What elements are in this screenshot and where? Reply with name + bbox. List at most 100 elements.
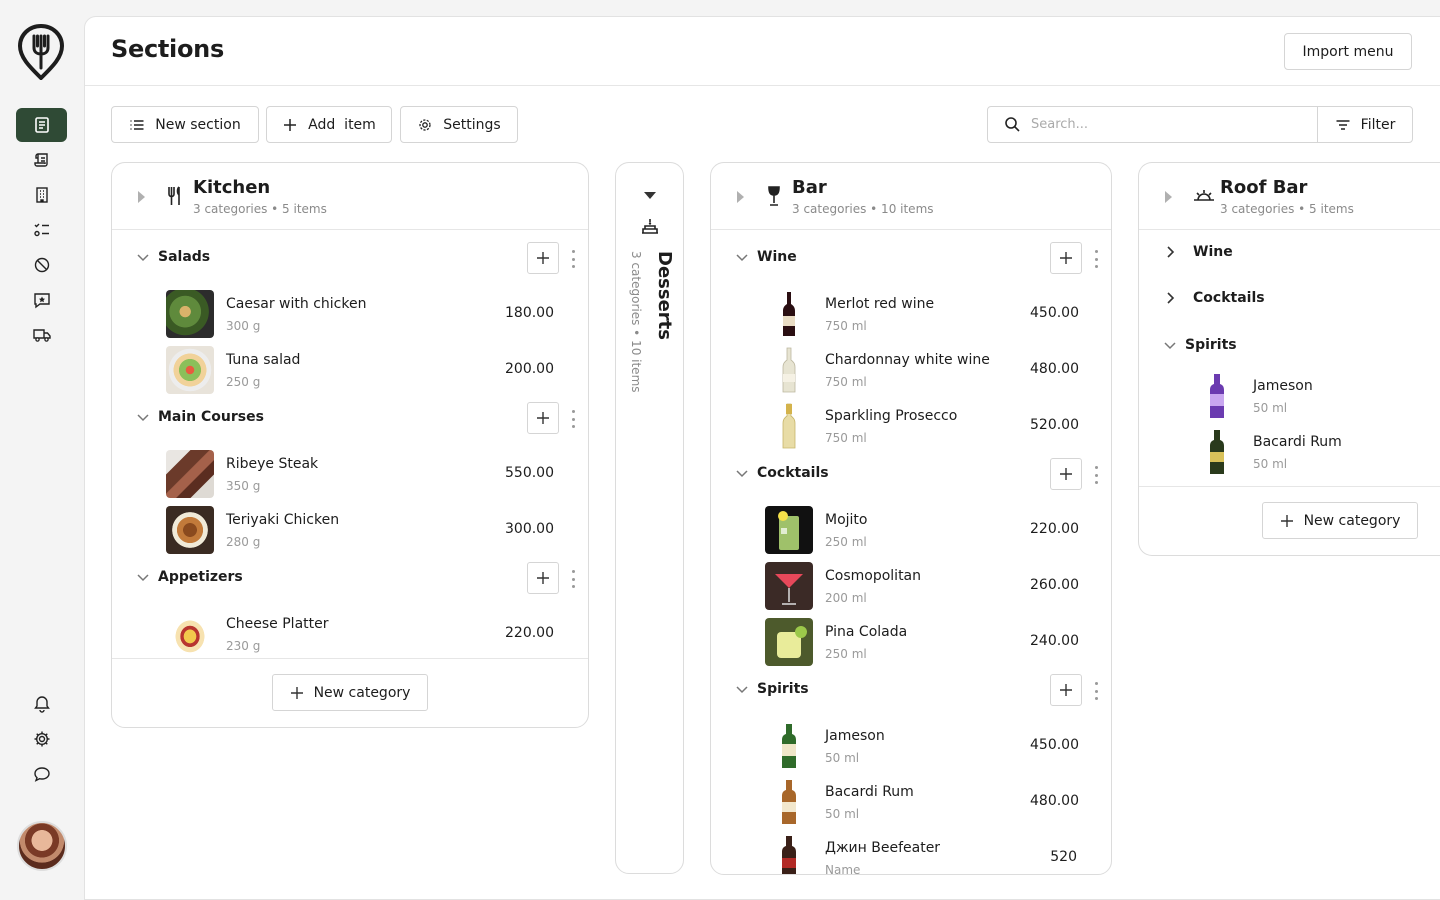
item-volume: 50 ml (825, 751, 860, 765)
building-icon (35, 187, 48, 203)
nav-notifications-button[interactable] (16, 687, 67, 721)
menu-item[interactable]: Chardonnay white wine 750 ml 480.00 (711, 342, 1111, 398)
prosecco-bottle-photo (765, 402, 813, 450)
truck-icon (32, 329, 51, 342)
menu-item[interactable]: Cosmopolitan 200 ml 260.00 (711, 558, 1111, 614)
item-volume: 750 ml (825, 431, 867, 445)
category-name: Spirits (757, 681, 809, 697)
add-item-to-category-button[interactable] (527, 562, 559, 594)
search-input[interactable] (1031, 117, 1291, 132)
collapse-caret-icon[interactable] (644, 192, 656, 199)
speech-bubble-icon (33, 767, 50, 782)
menu-item[interactable]: Джин Beefeater Name 520 (711, 830, 1111, 874)
section-desserts-collapsed[interactable]: Desserts 3 categories • 10 items (615, 162, 684, 874)
nav-settings-button[interactable] (16, 722, 67, 756)
add-item-to-category-button[interactable] (1050, 674, 1082, 706)
more-options-icon[interactable] (570, 250, 576, 268)
chevron-down-icon[interactable] (735, 250, 749, 264)
fork-knife-icon (168, 186, 180, 205)
menu-item[interactable]: Cheese Platter 230 g 220.00 (112, 606, 588, 662)
section-subtitle: 3 categories • 5 items (1220, 202, 1354, 216)
menu-item[interactable]: Caesar with chicken 300 g 180.00 (112, 286, 588, 342)
cake-icon (642, 219, 658, 234)
menu-item[interactable]: Bacardi Rum 50 ml (1139, 424, 1440, 480)
item-volume: 750 ml (825, 319, 867, 333)
more-options-icon[interactable] (1093, 250, 1099, 268)
category-name: Wine (757, 249, 797, 265)
white-wine-bottle-photo (765, 346, 813, 394)
chevron-down-icon[interactable] (136, 410, 150, 424)
category-row: Cocktails (711, 446, 1111, 502)
item-name: Merlot red wine (825, 296, 935, 312)
item-price: 450.00 (1030, 305, 1079, 321)
avatar[interactable] (17, 821, 67, 871)
nav-reviews-button[interactable] (16, 283, 67, 317)
expand-caret-icon[interactable] (138, 191, 145, 203)
add-item-label: Add item (308, 116, 376, 133)
chevron-down-icon[interactable] (735, 466, 749, 480)
category-row[interactable]: Spirits (1139, 322, 1440, 368)
add-item-to-category-button[interactable] (1050, 242, 1082, 274)
chat-star-icon (33, 293, 50, 309)
nav-delivery-button[interactable] (16, 318, 67, 352)
add-item-to-category-button[interactable] (1050, 458, 1082, 490)
section-subtitle: 3 categories • 10 items (629, 251, 643, 393)
new-category-button[interactable]: New category (1262, 502, 1418, 539)
add-item-to-category-button[interactable] (527, 242, 559, 274)
item-price: 180.00 (505, 305, 554, 321)
category-row[interactable]: Cocktails (1139, 276, 1440, 322)
more-options-icon[interactable] (570, 410, 576, 428)
add-item-to-category-button[interactable] (527, 402, 559, 434)
item-name: Jameson (1253, 378, 1313, 394)
filter-button[interactable]: Filter (1317, 106, 1413, 143)
sunset-icon (1194, 190, 1214, 201)
chevron-down-icon[interactable] (136, 570, 150, 584)
plus-icon (537, 252, 549, 264)
plus-icon (290, 686, 303, 699)
bell-icon (33, 696, 50, 713)
menu-item[interactable]: Ribeye Steak 350 g 550.00 (112, 446, 588, 502)
nav-block-button[interactable] (16, 248, 67, 282)
jameson-bottle-photo (765, 722, 813, 770)
chevron-right-icon[interactable] (1163, 245, 1177, 259)
expand-caret-icon[interactable] (737, 191, 744, 203)
menu-item[interactable]: Mojito 250 ml 220.00 (711, 502, 1111, 558)
chevron-down-icon[interactable] (1163, 338, 1177, 352)
settings-button[interactable]: Settings (400, 106, 518, 143)
item-weight: 250 g (226, 375, 261, 389)
bacardi-bottle-photo (1193, 428, 1241, 476)
nav-building-button[interactable] (16, 178, 67, 212)
chevron-down-icon[interactable] (735, 682, 749, 696)
menu-item[interactable]: Bacardi Rum 50 ml 480.00 (711, 774, 1111, 830)
item-name: Sparkling Prosecco (825, 408, 958, 424)
nav-scroll-button[interactable] (16, 143, 67, 177)
new-section-button[interactable]: New section (111, 106, 259, 143)
item-price: 550.00 (505, 465, 554, 481)
item-name: Mojito (825, 512, 868, 528)
new-category-button[interactable]: New category (272, 674, 428, 711)
add-item-button[interactable]: Add item (266, 106, 392, 143)
menu-item[interactable]: Jameson 50 ml (1139, 368, 1440, 424)
menu-item[interactable]: Merlot red wine 750 ml 450.00 (711, 286, 1111, 342)
filter-label: Filter (1360, 116, 1396, 133)
import-menu-button[interactable]: Import menu (1284, 33, 1412, 70)
more-options-icon[interactable] (1093, 682, 1099, 700)
category-row[interactable]: Wine (1139, 230, 1440, 276)
expand-caret-icon[interactable] (1165, 191, 1172, 203)
cosmopolitan-photo (765, 562, 813, 610)
jameson-bottle-photo (1193, 372, 1241, 420)
plus-icon (1060, 684, 1072, 696)
item-price: 520 (1050, 849, 1077, 865)
menu-item[interactable]: Jameson 50 ml 450.00 (711, 718, 1111, 774)
more-options-icon[interactable] (570, 570, 576, 588)
chevron-down-icon[interactable] (136, 250, 150, 264)
nav-messages-button[interactable] (16, 757, 67, 791)
chevron-right-icon[interactable] (1163, 291, 1177, 305)
item-weight: 230 g (226, 639, 261, 653)
item-name: Tuna salad (226, 352, 301, 368)
page-title: Sections (111, 35, 224, 63)
nav-checklist-button[interactable] (16, 213, 67, 247)
divider (112, 658, 588, 659)
nav-menu-button[interactable] (16, 108, 67, 142)
more-options-icon[interactable] (1093, 466, 1099, 484)
